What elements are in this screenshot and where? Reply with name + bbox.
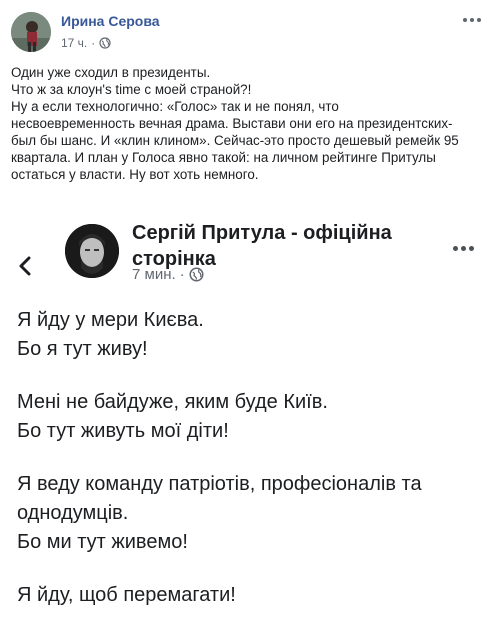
post-meta: 17 ч. · <box>61 36 111 50</box>
author-avatar[interactable] <box>11 12 51 52</box>
post-text-line: Ну а если технологично: «Голос» так и не… <box>11 99 339 114</box>
post-text-line: был бы шанс. И «клин клином». Сейчас-это… <box>11 133 459 148</box>
shared-text-line: Я йду, щоб перемагати! <box>17 584 236 606</box>
post-body: Один уже сходил в президенты. Что ж за к… <box>11 64 481 183</box>
shared-body: Я йду у мери Києва. Бо я тут живу! Мені … <box>17 306 487 634</box>
shared-text-line: однодумців. <box>17 502 129 524</box>
chevron-left-icon[interactable] <box>14 254 38 278</box>
post-header: Ирина Серова 17 ч. · <box>0 0 498 60</box>
post-timestamp[interactable]: 17 ч. <box>61 36 87 50</box>
shared-screenshot: Сергій Притула - офіційна сторінка 7 мин… <box>0 204 498 606</box>
meta-separator: · <box>91 36 96 50</box>
more-options-icon[interactable] <box>448 240 478 256</box>
meta-separator: · <box>179 266 185 283</box>
post-text-line: остаться у власти. Ну вот хоть немного. <box>11 167 259 182</box>
shared-author-avatar[interactable] <box>65 224 119 278</box>
avatar-image <box>11 12 51 52</box>
post-text-line: Что ж за клоун's time с моей страной?! <box>11 82 252 97</box>
shared-avatar-image <box>65 224 119 278</box>
more-options-icon[interactable] <box>462 12 482 28</box>
shared-meta: 7 мин. · <box>132 266 204 283</box>
author-name[interactable]: Ирина Серова <box>61 13 160 29</box>
shared-text-line: Я йду у мери Києва. <box>17 309 204 331</box>
globe-icon[interactable] <box>189 267 204 282</box>
shared-text-line: Мені не байдуже, яким буде Київ. <box>17 391 328 413</box>
shared-paragraph: Мені не байдуже, яким буде Київ. Бо тут … <box>17 388 487 446</box>
shared-paragraph: Я йду у мери Києва. Бо я тут живу! <box>17 306 487 364</box>
shared-paragraph: Я веду команду патріотів, професіоналів … <box>17 470 487 557</box>
shared-text-line: Бо тут живуть мої діти! <box>17 420 229 442</box>
shared-text-line: Я веду команду патріотів, професіоналів … <box>17 473 422 495</box>
post-text-line: Один уже сходил в президенты. <box>11 65 211 80</box>
post-text-line: квартала. И план у Голоса явно такой: на… <box>11 150 436 165</box>
post-text-line: несвоевременность вечная драма. Выстави … <box>11 116 453 131</box>
shared-author-name[interactable]: Сергій Притула - офіційна сторінка <box>132 220 452 272</box>
shared-paragraph: Я йду, щоб перемагати! <box>17 581 487 610</box>
globe-icon[interactable] <box>99 37 111 49</box>
shared-text-line: Бо ми тут живемо! <box>17 531 188 553</box>
shared-timestamp[interactable]: 7 мин. <box>132 266 176 283</box>
shared-text-line: Бо я тут живу! <box>17 338 148 360</box>
